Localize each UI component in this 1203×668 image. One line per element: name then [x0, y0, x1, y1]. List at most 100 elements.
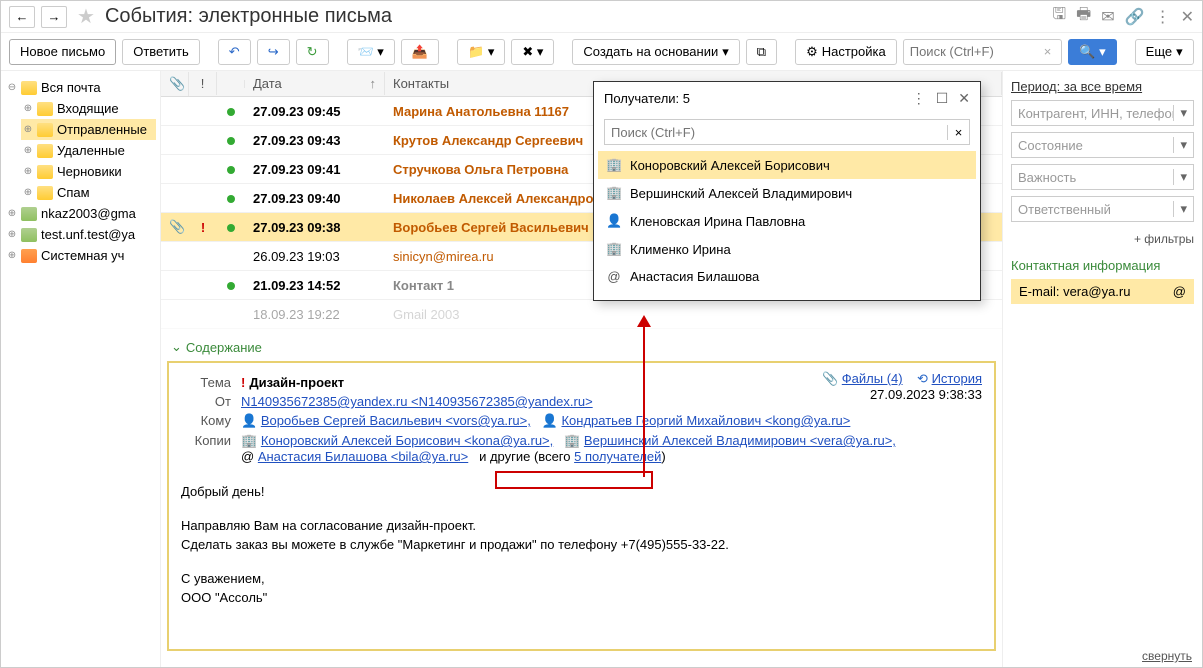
popup-item-text: Клименко Ирина [630, 242, 731, 257]
filter-responsible[interactable]: Ответственный▾ [1011, 196, 1194, 222]
mail-preview: 📎 Файлы (4) ⟲ История 27.09.2023 9:38:33… [167, 361, 996, 651]
refresh-button[interactable]: ↻ [296, 39, 329, 65]
org-icon: 🏢 [564, 433, 580, 448]
filter-state[interactable]: Состояние▾ [1011, 132, 1194, 158]
new-letter-button[interactable]: Новое письмо [9, 39, 116, 65]
popup-search[interactable]: × [604, 119, 970, 145]
toolbar-search[interactable]: × [903, 39, 1063, 65]
folder-button[interactable]: 📁 ▾ [457, 39, 505, 65]
popup-close-icon[interactable]: ✕ [958, 90, 970, 107]
popup-item[interactable]: 👤Кленовская Ирина Павловна [598, 207, 976, 235]
folder-icon [21, 228, 37, 242]
print-icon[interactable]: 🖶 [1076, 3, 1091, 30]
history-link[interactable]: История [932, 371, 982, 386]
status-cell [217, 133, 245, 148]
attach-cell: 📎 [161, 219, 189, 235]
send-button[interactable]: 📤 [401, 39, 439, 65]
folder-icon [21, 249, 37, 263]
col-importance[interactable]: ! [189, 72, 217, 95]
tree-root[interactable]: ⊖ Вся почта [5, 77, 156, 98]
clear-search-icon[interactable]: × [1040, 44, 1056, 59]
content-toggle[interactable]: ⌄ Содержание [161, 333, 1002, 361]
to-link-1[interactable]: Воробьев Сергей Васильевич <vors@ya.ru>, [261, 413, 531, 428]
col-status[interactable] [217, 80, 245, 88]
filter-importance[interactable]: Важность▾ [1011, 164, 1194, 190]
recipients-count-link[interactable]: 5 получателей [574, 449, 661, 464]
status-cell [217, 220, 245, 235]
reply-all-button[interactable]: ↶ [218, 39, 251, 65]
chevron-down-icon: ▾ [1173, 169, 1187, 185]
tree-spam[interactable]: ⊕Спам [21, 182, 156, 203]
contact-email-row[interactable]: E-mail: vera@ya.ru @ [1011, 279, 1194, 304]
popup-search-clear[interactable]: × [947, 125, 969, 140]
org-icon: 🏢 [606, 157, 622, 173]
folder-icon [37, 102, 53, 116]
at-icon: @ [1173, 284, 1186, 299]
popup-item-text: Коноровский Алексей Борисович [630, 158, 830, 173]
table-row[interactable]: 18.09.23 19:22Gmail 2003 [161, 300, 1002, 329]
search-button[interactable]: 🔍 ▾ [1068, 39, 1116, 65]
date-cell: 18.09.23 19:22 [245, 307, 385, 322]
back-button[interactable]: ← [9, 6, 35, 28]
recipients-popup: Получатели: 5 ⋮ ☐ ✕ × 🏢Коноровский Алекс… [593, 81, 981, 301]
col-attachment[interactable]: 📎 [161, 72, 189, 96]
popup-maximize-icon[interactable]: ☐ [936, 90, 949, 107]
tree-account-1[interactable]: ⊕nkaz2003@gma [5, 203, 156, 224]
forward-mail-button[interactable]: ↪ [257, 39, 290, 65]
tree-account-3[interactable]: ⊕Системная уч [5, 245, 156, 266]
folder-icon [21, 81, 37, 95]
popup-item-text: Кленовская Ирина Павловна [630, 214, 805, 229]
more-button[interactable]: Еще ▾ [1135, 39, 1194, 65]
collapse-link[interactable]: свернуть [1142, 649, 1192, 663]
link-icon[interactable]: 🔗 [1125, 7, 1145, 27]
filter-counterparty[interactable]: Контрагент, ИНН, телефон▾ [1011, 100, 1194, 126]
date-cell: 27.09.23 09:38 [245, 220, 385, 235]
forward-button[interactable]: → [41, 6, 67, 28]
tree-sent[interactable]: ⊕Отправленные [21, 119, 156, 140]
popup-item[interactable]: 🏢 Коноровский Алексей Борисович [598, 151, 976, 179]
mail-icon[interactable]: ✉ [1101, 7, 1114, 27]
tree-drafts[interactable]: ⊕Черновики [21, 161, 156, 182]
popup-item[interactable]: 🏢Клименко Ирина [598, 235, 976, 263]
receive-button[interactable]: 📨 ▾ [347, 39, 395, 65]
popup-item[interactable]: @Анастасия Билашова [598, 263, 976, 290]
tree-inbox[interactable]: ⊕Входящие [21, 98, 156, 119]
files-link[interactable]: Файлы (4) [842, 371, 903, 386]
chevron-down-icon: ⌄ [171, 339, 182, 355]
popup-item-text: Вершинский Алексей Владимирович [630, 186, 852, 201]
org-icon: 🏢 [606, 185, 622, 201]
delete-button[interactable]: ✖ ▾ [511, 39, 554, 65]
cc-link-3[interactable]: Анастасия Билашова <bila@ya.ru> [258, 449, 468, 464]
from-link[interactable]: N140935672385@yandex.ru <N140935672385@y… [241, 394, 593, 409]
date-cell: 21.09.23 14:52 [245, 278, 385, 293]
to-link-2[interactable]: Кондратьев Георгий Михайлович <kong@ya.r… [561, 413, 850, 428]
popup-search-input[interactable] [605, 125, 947, 140]
date-cell: 27.09.23 09:41 [245, 162, 385, 177]
cc-link-2[interactable]: Вершинский Алексей Владимирович <vera@ya… [584, 433, 896, 448]
org-icon: 🏢 [241, 433, 257, 448]
tree-deleted[interactable]: ⊕Удаленные [21, 140, 156, 161]
tree-account-2[interactable]: ⊕test.unf.test@ya [5, 224, 156, 245]
star-icon[interactable]: ★ [77, 4, 95, 29]
more-icon[interactable]: ⋮ [1155, 7, 1171, 27]
chevron-down-icon: ▾ [1173, 137, 1187, 153]
settings-button[interactable]: ⚙ Настройка [795, 39, 897, 65]
create-based-button[interactable]: Создать на основании ▾ [572, 39, 739, 65]
search-input[interactable] [910, 44, 1040, 59]
period-link[interactable]: Период: за все время [1011, 79, 1194, 100]
more-filters-link[interactable]: + фильтры [1011, 228, 1194, 250]
chevron-down-icon: ▾ [1173, 105, 1187, 121]
close-icon[interactable]: ✕ [1181, 7, 1194, 27]
folder-icon [37, 123, 53, 137]
date-cell: 27.09.23 09:43 [245, 133, 385, 148]
cc-link-1[interactable]: Коноровский Алексей Борисович <kona@ya.r… [261, 433, 553, 448]
reply-button[interactable]: Ответить [122, 39, 200, 65]
person-icon: 👤 [542, 413, 558, 428]
diagram-button[interactable]: ⧉ [746, 39, 777, 65]
col-date[interactable]: Дата ↑ [245, 72, 385, 95]
save-icon[interactable]: 🖫 [1053, 3, 1067, 30]
popup-more-icon[interactable]: ⋮ [912, 90, 926, 107]
history-icon: ⟲ [917, 371, 928, 386]
person-icon: 👤 [241, 413, 257, 428]
popup-item[interactable]: 🏢 Вершинский Алексей Владимирович [598, 179, 976, 207]
